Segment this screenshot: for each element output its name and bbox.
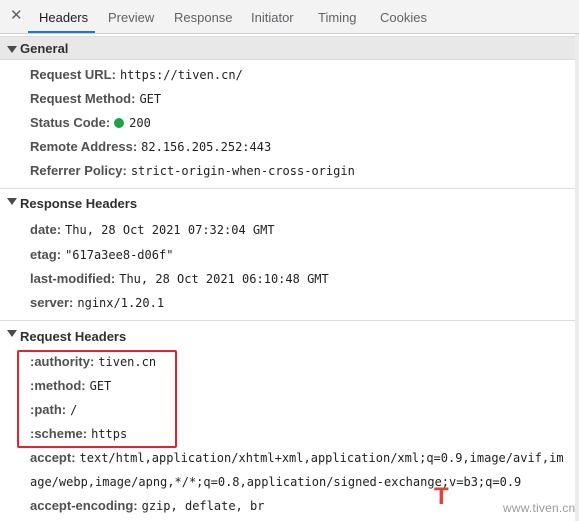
watermark-text: www.tiven.cn	[503, 501, 576, 515]
response-row-etag: etag: "617a3ee8-d06f"	[30, 247, 173, 263]
header-key: date:	[30, 222, 62, 237]
triangle-down-icon	[7, 198, 17, 205]
header-key: server:	[30, 295, 74, 310]
header-key: last-modified:	[30, 271, 116, 286]
header-value: 82.156.205.252:443	[141, 140, 272, 154]
tab-response[interactable]: Response	[174, 10, 233, 25]
response-row-server: server: nginx/1.20.1	[30, 295, 164, 311]
tab-cookies[interactable]: Cookies	[380, 10, 427, 25]
section-header-response-headers[interactable]: Response Headers	[0, 188, 575, 212]
tab-preview[interactable]: Preview	[108, 10, 154, 25]
response-row-date: date: Thu, 28 Oct 2021 07:32:04 GMT	[30, 222, 275, 238]
status-ok-icon	[114, 118, 125, 128]
header-key: Request URL:	[30, 67, 116, 82]
header-value: nginx/1.20.1	[77, 296, 165, 310]
request-row-accept-encoding: accept-encoding: gzip, deflate, br	[30, 498, 264, 514]
header-key: accept-encoding:	[30, 498, 138, 513]
scrollbar[interactable]	[575, 34, 579, 521]
general-row-request-method: Request Method: GET	[30, 91, 161, 107]
header-key: Status Code:	[30, 115, 111, 130]
header-value: text/html,application/xhtml+xml,applicat…	[79, 451, 564, 465]
header-value: GET	[139, 92, 162, 106]
section-header-request-headers[interactable]: Request Headers	[0, 320, 575, 344]
header-value: strict-origin-when-cross-origin	[130, 164, 355, 178]
triangle-down-icon	[7, 46, 17, 53]
section-title: Response Headers	[20, 196, 138, 211]
header-key: Remote Address:	[30, 139, 138, 154]
section-header-general[interactable]: General	[0, 36, 575, 60]
general-row-remote-address: Remote Address: 82.156.205.252:443	[30, 139, 271, 155]
tab-timing[interactable]: Timing	[318, 10, 357, 25]
header-value: 200	[129, 116, 151, 130]
request-row-accept: accept: text/html,application/xhtml+xml,a…	[30, 450, 564, 466]
tab-initiator[interactable]: Initiator	[251, 10, 294, 25]
watermark-logo: T	[434, 483, 449, 510]
active-tab-indicator	[28, 31, 95, 33]
section-title: Request Headers	[20, 329, 127, 344]
general-row-status-code: Status Code: 200	[30, 115, 151, 131]
header-key: etag:	[30, 247, 62, 262]
section-title: General	[20, 41, 69, 56]
header-value: https://tiven.cn/	[119, 68, 243, 82]
triangle-down-icon	[7, 330, 17, 337]
close-icon[interactable]: ✕	[10, 8, 24, 23]
devtools-tab-bar: ✕ Headers Preview Response Initiator Tim…	[0, 0, 579, 34]
header-value: Thu, 28 Oct 2021 07:32:04 GMT	[65, 223, 275, 237]
general-row-referrer-policy: Referrer Policy: strict-origin-when-cross…	[30, 163, 355, 179]
header-value: Thu, 28 Oct 2021 06:10:48 GMT	[119, 272, 329, 286]
tab-headers[interactable]: Headers	[39, 10, 88, 25]
annotation-highlight-box	[17, 350, 177, 448]
header-value: "617a3ee8-d06f"	[65, 248, 174, 262]
header-key: accept:	[30, 450, 76, 465]
response-row-last-modified: last-modified: Thu, 28 Oct 2021 06:10:48 …	[30, 271, 329, 287]
header-key: Request Method:	[30, 91, 136, 106]
header-key: Referrer Policy:	[30, 163, 127, 178]
general-row-request-url: Request URL: https://tiven.cn/	[30, 67, 243, 83]
header-value: gzip, deflate, br	[141, 499, 265, 513]
